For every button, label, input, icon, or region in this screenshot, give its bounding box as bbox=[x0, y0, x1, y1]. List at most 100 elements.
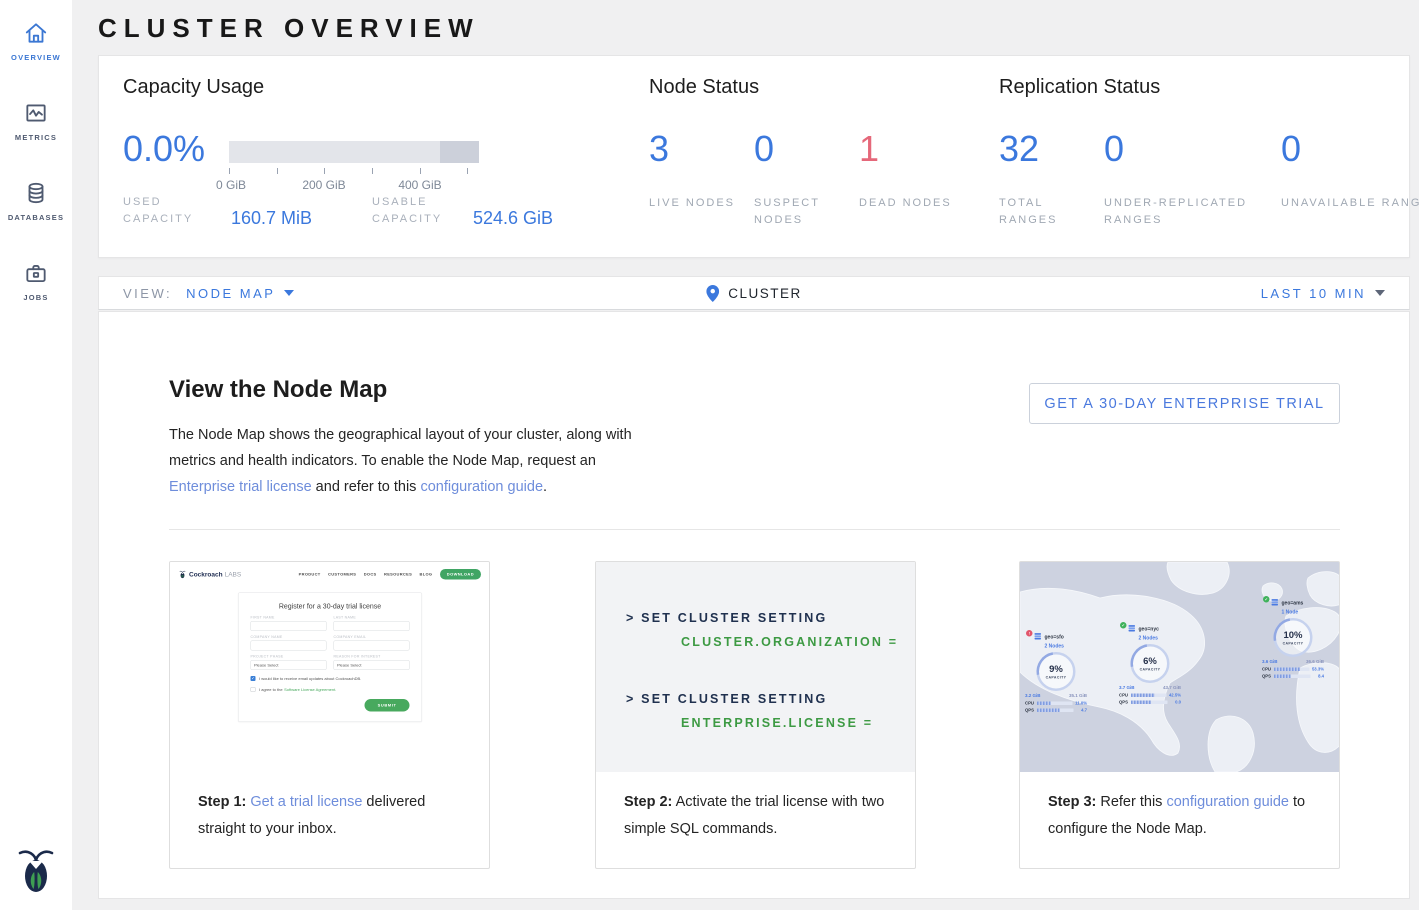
get-trial-license-link[interactable]: Get a trial license bbox=[250, 794, 362, 810]
field-label: COMPANY NAME bbox=[251, 636, 327, 640]
usable-capacity-label: USABLE CAPACITY bbox=[372, 194, 482, 228]
node-stack-icon bbox=[1128, 624, 1137, 633]
used-capacity-value: 160.7 MiB bbox=[231, 208, 312, 229]
download-button: DOWNLOAD bbox=[440, 569, 481, 580]
checkbox-empty-icon bbox=[251, 687, 256, 692]
qps-value: 8.4 bbox=[1313, 674, 1324, 679]
home-icon bbox=[23, 20, 49, 53]
axis-tick bbox=[229, 168, 230, 174]
axis-tick bbox=[467, 168, 468, 174]
suspect-nodes-label: SUSPECT NODES bbox=[754, 195, 849, 229]
cluster-summary-card: Capacity Usage 0.0% 0 GiB 200 GiB 400 Gi… bbox=[98, 55, 1410, 258]
step-number: Step 1: bbox=[198, 794, 246, 810]
qps-label: QPS bbox=[1025, 708, 1037, 713]
submit-button: SUBMIT bbox=[365, 699, 410, 712]
checkbox-label: I agree to the bbox=[259, 687, 283, 692]
qps-label: QPS bbox=[1119, 700, 1131, 705]
select-input: Please Select bbox=[334, 660, 410, 670]
cpu-label: CPU bbox=[1025, 701, 1037, 706]
dead-status-icon: ! bbox=[1026, 630, 1033, 637]
locality-widget-nyc: ✓ geo=nyc2 Nodes 6% CAPACITY 3.7 GiB43.7… bbox=[1119, 624, 1181, 707]
node-stack-icon bbox=[1034, 632, 1043, 641]
node-map-preview: ! geo=sfo 2 Nodes 9% CAPACITY 3.2 GiB 35.1… bbox=[1020, 562, 1339, 772]
sidebar-item-overview[interactable]: OVERVIEW bbox=[0, 12, 72, 92]
sidebar-item-metrics[interactable]: METRICS bbox=[0, 92, 72, 172]
capacity-percent: 10% bbox=[1283, 630, 1302, 641]
metrics-icon bbox=[23, 100, 49, 133]
brand-name: Cockroach bbox=[189, 571, 223, 579]
cpu-bar bbox=[1274, 667, 1309, 671]
cpu-value: 42.5% bbox=[1169, 693, 1181, 698]
configuration-guide-link[interactable]: configuration guide bbox=[420, 479, 543, 495]
axis-tick-label: 400 GiB bbox=[398, 178, 441, 192]
sidebar-item-label: OVERVIEW bbox=[11, 53, 61, 62]
checkbox-checked-icon: ✓ bbox=[251, 676, 256, 681]
capacity-used: 3.7 GiB bbox=[1119, 685, 1135, 690]
locality-name: geo=nyc bbox=[1139, 627, 1159, 633]
usable-capacity-value: 524.6 GiB bbox=[473, 208, 553, 229]
cpu-value: 11.0% bbox=[1075, 701, 1087, 706]
step1-caption: Step 1: Get a trial license delivered st… bbox=[170, 772, 489, 843]
view-selector-dropdown[interactable]: NODE MAP bbox=[186, 286, 294, 301]
description-text: and refer to this bbox=[312, 479, 421, 495]
capacity-used: 3.2 GiB bbox=[1025, 693, 1041, 698]
locality-node-count: 2 Nodes bbox=[1139, 636, 1158, 642]
live-nodes-value: 3 bbox=[649, 128, 669, 170]
axis-tick-label: 200 GiB bbox=[302, 178, 345, 192]
capacity-total: 43.7 GiB bbox=[1163, 685, 1181, 690]
jobs-icon bbox=[23, 260, 49, 293]
locality-widget-ams: ✓ geo=ams1 Node 10% CAPACITY 3.6 GiB36.6… bbox=[1262, 598, 1324, 681]
enterprise-trial-button[interactable]: GET A 30-DAY ENTERPRISE TRIAL bbox=[1029, 383, 1340, 424]
replication-status-title: Replication Status bbox=[999, 76, 1160, 99]
step2-caption: Step 2: Activate the trial license with … bbox=[596, 772, 915, 843]
description-text: The Node Map shows the geographical layo… bbox=[169, 427, 632, 469]
text-input bbox=[334, 641, 410, 651]
sql-setting: CLUSTER.ORGANIZATION = bbox=[681, 630, 915, 654]
nav-item: RESOURCES bbox=[384, 572, 412, 577]
qps-value: 4.7 bbox=[1076, 708, 1087, 713]
field-label: COMPANY EMAIL bbox=[334, 636, 410, 640]
node-map-panel: View the Node Map The Node Map shows the… bbox=[98, 311, 1410, 899]
chevron-down-icon bbox=[284, 290, 294, 296]
qps-value: 0.0 bbox=[1170, 700, 1181, 705]
node-stack-icon bbox=[1271, 598, 1280, 607]
view-label: VIEW: bbox=[123, 286, 172, 301]
map-pin-icon bbox=[706, 285, 719, 302]
axis-tick bbox=[324, 168, 325, 174]
sidebar-item-jobs[interactable]: JOBS bbox=[0, 252, 72, 332]
sidebar-item-databases[interactable]: DATABASES bbox=[0, 172, 72, 252]
capacity-bar-other-segment bbox=[440, 141, 479, 163]
field-label: REASON FOR INTEREST bbox=[334, 655, 410, 659]
enterprise-trial-license-link[interactable]: Enterprise trial license bbox=[169, 479, 312, 495]
nav-item: CUSTOMERS bbox=[328, 572, 356, 577]
live-status-icon: ✓ bbox=[1120, 622, 1127, 629]
configuration-guide-link[interactable]: configuration guide bbox=[1166, 794, 1289, 810]
sql-setting: ENTERPRISE.LICENSE = bbox=[681, 711, 915, 735]
field-label: LAST NAME bbox=[334, 616, 410, 620]
cpu-value: 53.3% bbox=[1312, 667, 1324, 672]
register-form-title: Register for a 30-day trial license bbox=[251, 602, 410, 610]
text-input bbox=[251, 621, 327, 631]
time-range-dropdown[interactable]: LAST 10 MIN bbox=[1261, 286, 1385, 301]
description-text: . bbox=[543, 479, 547, 495]
step-number: Step 3: bbox=[1048, 794, 1096, 810]
capacity-total: 35.1 GiB bbox=[1069, 693, 1087, 698]
capacity-donut: 9% CAPACITY bbox=[1037, 652, 1076, 691]
capacity-used: 3.6 GiB bbox=[1262, 659, 1278, 664]
dead-nodes-value: 1 bbox=[859, 128, 879, 170]
license-agreement-link: Software License Agreement. bbox=[284, 687, 336, 692]
locality-name: geo=sfo bbox=[1045, 635, 1064, 641]
node-status-title: Node Status bbox=[649, 76, 759, 99]
license-agreement-checkbox-row: I agree to theSoftware License Agreement… bbox=[251, 687, 410, 692]
qps-bar bbox=[1274, 674, 1311, 678]
step3-caption: Step 3: Refer this configuration guide t… bbox=[1020, 772, 1339, 843]
axis-tick bbox=[277, 168, 278, 174]
axis-tick bbox=[420, 168, 421, 174]
qps-bar bbox=[1131, 700, 1168, 704]
axis-tick bbox=[372, 168, 373, 174]
under-replicated-ranges-label: UNDER-REPLICATED RANGES bbox=[1104, 195, 1264, 229]
total-ranges-label: TOTAL RANGES bbox=[999, 195, 1094, 229]
caption-text: Refer this bbox=[1096, 794, 1166, 810]
divider bbox=[169, 529, 1340, 530]
mini-site-nav: PRODUCT CUSTOMERS DOCS RESOURCES BLOG DO… bbox=[299, 569, 481, 580]
